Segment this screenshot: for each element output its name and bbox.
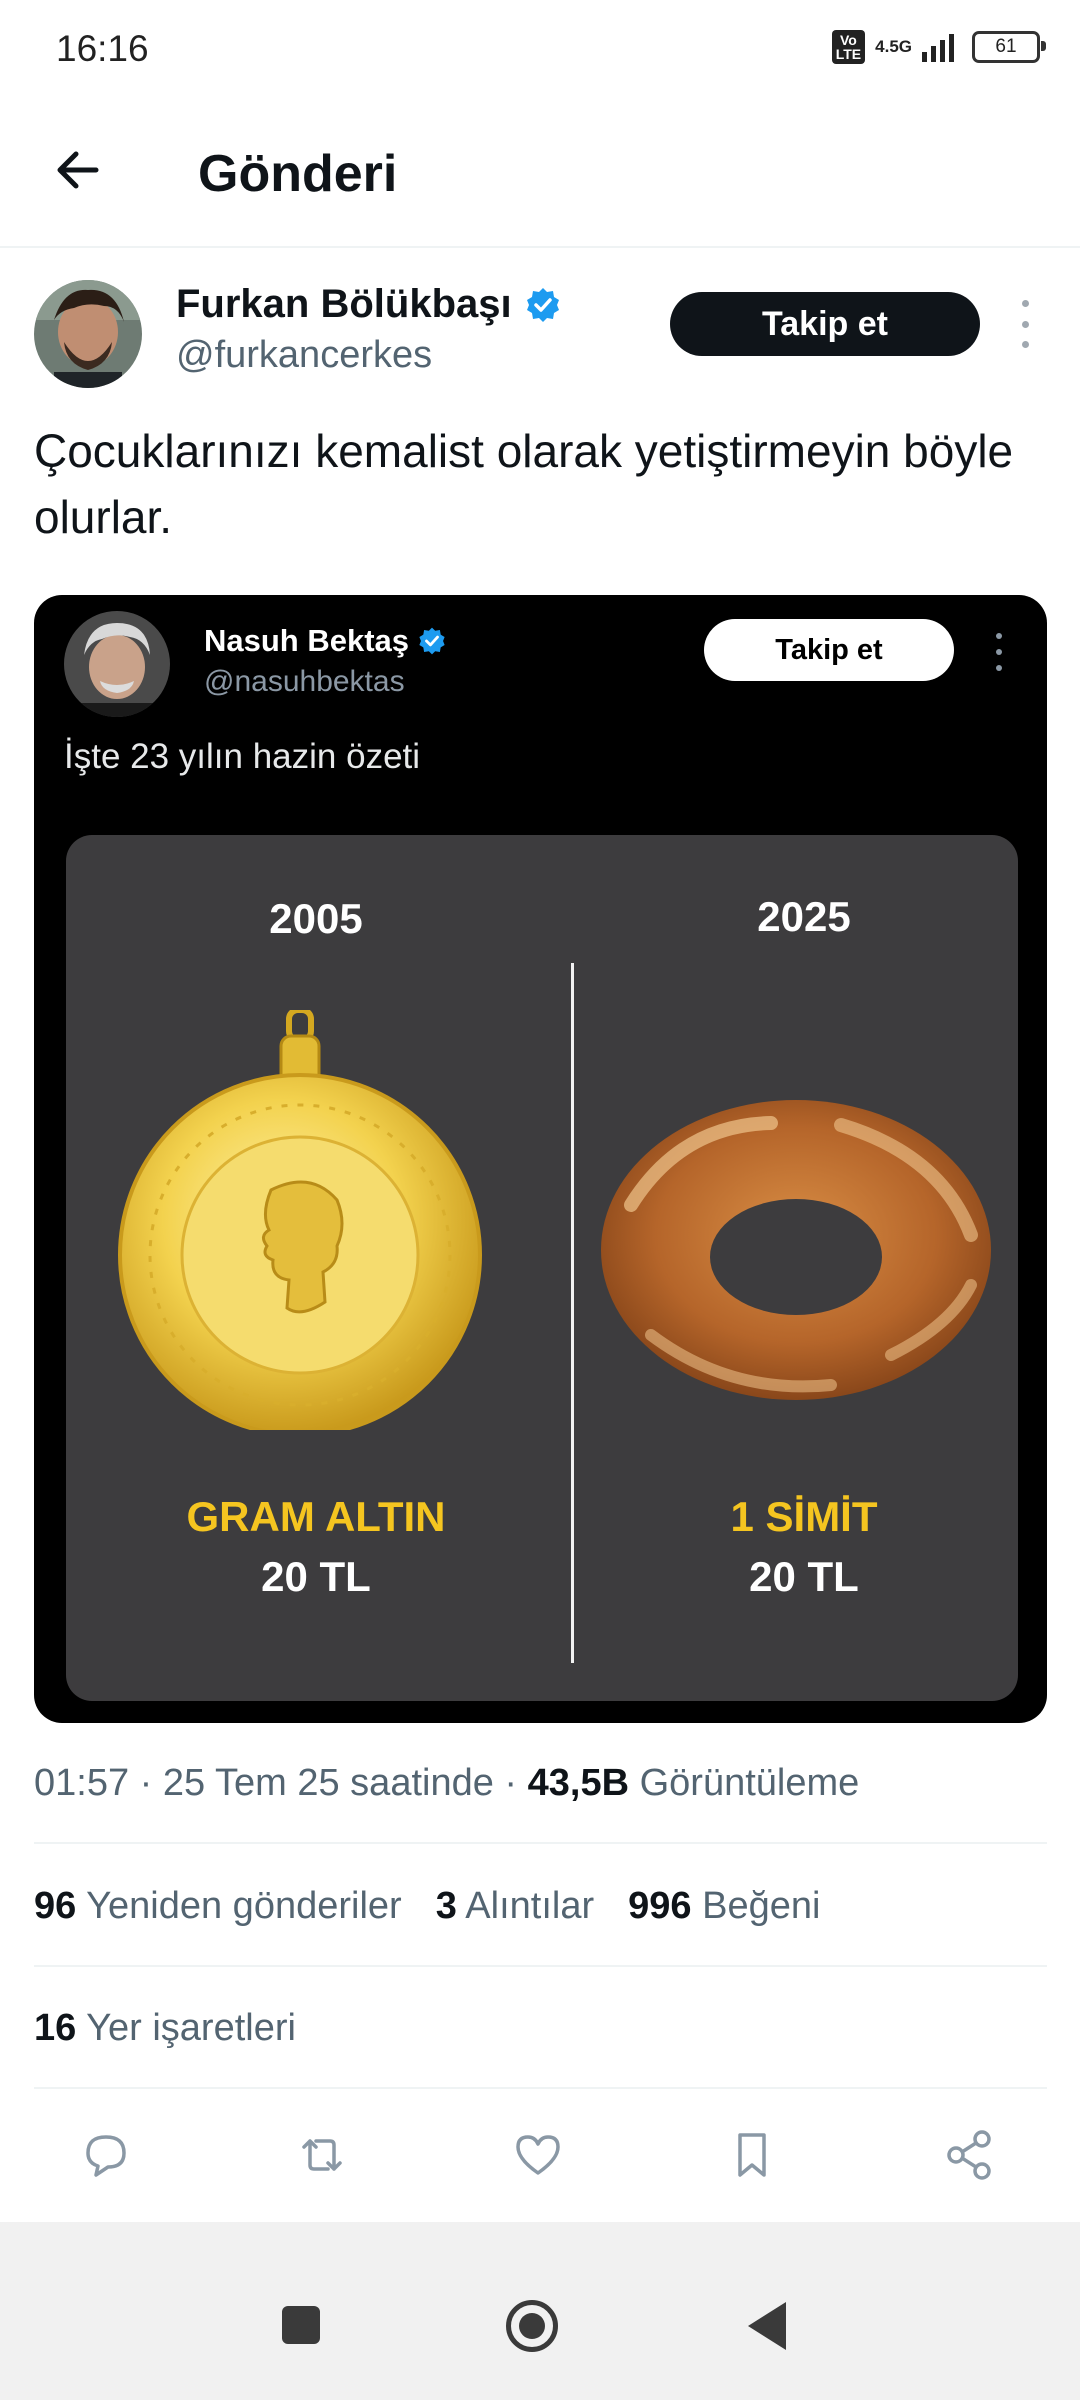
home-icon[interactable]: [506, 2300, 558, 2352]
likes-count: 996: [628, 1885, 692, 1927]
reposts-label: Yeniden gönderiler: [86, 1885, 402, 1927]
bookmarks-count: 16: [34, 2007, 77, 2049]
quoted-author-handle: @nasuhbektas: [204, 665, 405, 698]
signal-icon: [922, 34, 954, 62]
right-price: 20 TL: [749, 1553, 859, 1600]
volte-icon: Vo LTE: [831, 30, 866, 64]
reposts-count: 96: [34, 1885, 77, 1927]
author-name-row[interactable]: Furkan Bölükbaşı: [176, 282, 562, 327]
image-divider: [571, 963, 574, 1663]
page-title: Gönderi: [198, 145, 398, 203]
author-avatar[interactable]: [34, 280, 142, 388]
battery-level: 61: [995, 36, 1017, 57]
views-count: 43,5B: [527, 1762, 630, 1804]
right-year: 2025: [757, 893, 851, 940]
likes-label: Beğeni: [702, 1885, 821, 1927]
gold-coin-icon: [118, 1010, 482, 1430]
verified-badge-icon: [526, 287, 559, 322]
arrow-left-icon[interactable]: [50, 142, 106, 198]
battery-icon: 61: [972, 31, 1046, 63]
author-handle[interactable]: @furkancerkes: [176, 334, 432, 377]
more-options-icon[interactable]: [1014, 300, 1036, 348]
quoted-more-icon: [992, 633, 1006, 671]
quoted-post-text: İşte 23 yılın hazin özeti: [64, 737, 421, 776]
post-text: Çocuklarınızı kemalist olarak yetiştirme…: [34, 425, 1014, 543]
post-time: 01:57: [34, 1762, 130, 1804]
quotes-stat[interactable]: 3 Alıntılar: [436, 1885, 594, 1928]
post-meta: 01:57 · 25 Tem 25 saatinde · 43,5B Görün…: [34, 1762, 860, 1804]
quoted-author-name: Nasuh Bektaş: [204, 623, 410, 658]
header-divider: [0, 246, 1080, 248]
stats-divider: [34, 1965, 1047, 1967]
meta-divider: [34, 1842, 1047, 1844]
reposts-stat[interactable]: 96 Yeniden gönderiler: [34, 1885, 402, 1928]
bookmarks-divider: [34, 2087, 1047, 2089]
quoted-author-name-row: Nasuh Bektaş: [204, 623, 447, 659]
verified-badge-icon: [419, 627, 445, 655]
status-icons: Vo LTE 4.5G 61: [831, 30, 1046, 64]
reply-icon[interactable]: [76, 2125, 136, 2185]
quoted-follow-button: Takip et: [704, 619, 954, 681]
like-icon[interactable]: [508, 2125, 568, 2185]
quoted-author-avatar: [64, 611, 170, 717]
quotes-count: 3: [435, 1885, 457, 1927]
post-date: 25 Tem 25 saatinde: [162, 1762, 494, 1804]
recents-icon[interactable]: [282, 2306, 320, 2344]
share-icon[interactable]: [940, 2125, 1000, 2185]
quotes-label: Alıntılar: [465, 1885, 595, 1927]
repost-icon[interactable]: [292, 2125, 352, 2185]
views-label: Görüntüleme: [639, 1762, 860, 1804]
bookmark-icon[interactable]: [722, 2125, 782, 2185]
bookmarks-label: Yer işaretleri: [86, 2007, 296, 2049]
author-name[interactable]: Furkan Bölükbaşı: [176, 282, 512, 327]
right-caption: 1 SİMİT: [730, 1493, 878, 1540]
back-icon[interactable]: [748, 2302, 786, 2350]
quoted-post-card[interactable]: Nasuh Bektaş @nasuhbektas Takip et İşte …: [34, 595, 1047, 1723]
left-caption: GRAM ALTIN: [186, 1493, 446, 1540]
comparison-image: 2005 2025 GRAM ALTIN 20 TL 1 SİMİT 20 TL: [66, 835, 1018, 1701]
likes-stat[interactable]: 996 Beğeni: [628, 1885, 820, 1928]
engagement-stats: 96 Yeniden gönderiler 3 Alıntılar 996 Be…: [34, 1885, 820, 1928]
network-label: 4.5G: [875, 37, 912, 56]
left-year: 2005: [269, 895, 363, 942]
bookmarks-stat[interactable]: 16 Yer işaretleri: [34, 2007, 296, 2050]
follow-button[interactable]: Takip et: [670, 292, 980, 356]
left-price: 20 TL: [261, 1553, 371, 1600]
simit-icon: [601, 1100, 991, 1400]
status-time: 16:16: [56, 28, 149, 69]
